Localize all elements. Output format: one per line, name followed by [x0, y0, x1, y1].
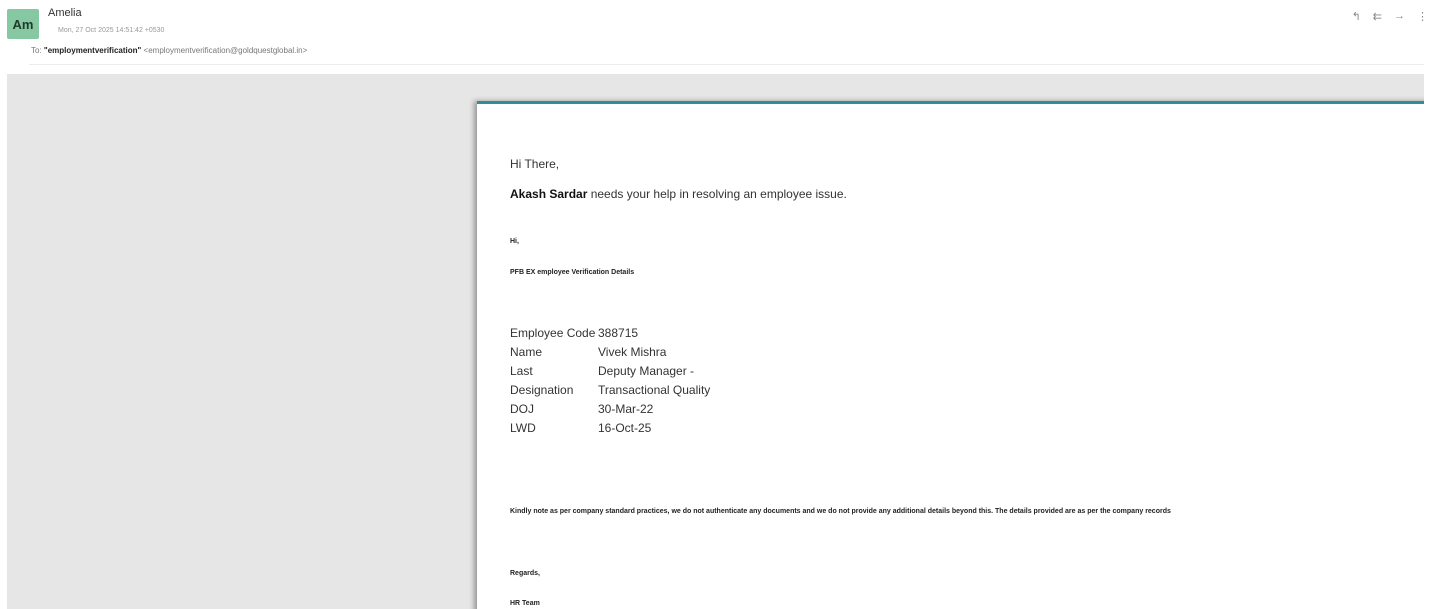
closing-regards: Regards, [510, 570, 540, 577]
email-date: Mon, 27 Oct 2025 14:51:42 +0530 [58, 27, 165, 34]
sender-name[interactable]: Amelia [48, 7, 82, 19]
table-row: DOJ 30-Mar-22 [510, 400, 748, 419]
more-icon[interactable]: ⋮ [1417, 10, 1428, 23]
reply-icon[interactable]: ↰ [1352, 10, 1361, 23]
table-row: Last Designation Deputy Manager - Transa… [510, 362, 748, 400]
policy-note: Kindly note as per company standard prac… [510, 508, 1171, 515]
table-row: Employee Code 388715 [510, 324, 748, 343]
table-row: LWD 16-Oct-25 [510, 419, 748, 438]
table-row: Name Vivek Mishra [510, 343, 748, 362]
avatar: Am [7, 9, 39, 39]
recipient-line: To: "employmentverification" <employment… [31, 46, 308, 55]
greeting: Hi There, [510, 157, 560, 171]
details-intro: PFB EX employee Verification Details [510, 269, 635, 276]
help-text: needs your help in resolving an employee… [587, 187, 847, 201]
detail-label: LWD [510, 421, 536, 435]
employee-details-table: Employee Code 388715 Name Vivek Mishra L… [510, 324, 748, 438]
signature-team: HR Team [510, 600, 540, 607]
recipient-name[interactable]: "employmentverification" [44, 46, 141, 55]
header-divider [29, 64, 1424, 65]
detail-value: Vivek Mishra [598, 345, 667, 359]
detail-label: DOJ [510, 402, 534, 416]
salutation: Hi, [510, 238, 519, 245]
detail-value: 16-Oct-25 [598, 421, 652, 435]
forward-icon[interactable]: → [1394, 10, 1405, 23]
detail-value: 388715 [598, 326, 639, 340]
detail-value: 30-Mar-22 [598, 402, 654, 416]
message-actions: ↰ ⇇ → ⋮ [1352, 10, 1428, 23]
detail-label: Last Designation [510, 364, 574, 397]
email-document: Hi There, Akash Sardar needs your help i… [477, 101, 1424, 609]
recipient-email[interactable]: <employmentverification@goldquestglobal.… [144, 46, 308, 55]
requester-name: Akash Sardar [510, 187, 588, 201]
email-body-viewer[interactable]: Hi There, Akash Sardar needs your help i… [7, 74, 1424, 609]
help-request: Akash Sardar needs your help in resolvin… [510, 187, 847, 201]
to-label: To [31, 46, 40, 55]
detail-value: Deputy Manager - Transactional Quality [598, 364, 711, 397]
reply-all-icon[interactable]: ⇇ [1373, 10, 1382, 23]
detail-label: Employee Code [510, 326, 596, 340]
detail-label: Name [510, 345, 543, 359]
